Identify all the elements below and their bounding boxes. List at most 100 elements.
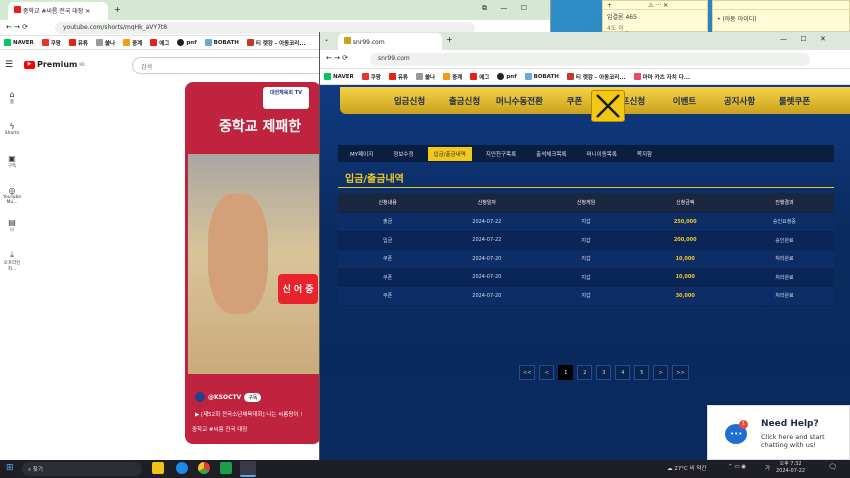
video-caption[interactable]: ▶ [제52회 전국소년체육대회] 나는 씨름왕이 ! — [195, 410, 302, 418]
window-controls[interactable]: — ☐ ✕ — [780, 35, 826, 43]
notification-icon[interactable]: 🗨 — [828, 463, 837, 471]
nav-roulette[interactable]: 룰렛쿠폰 — [767, 95, 822, 107]
bookmark-item[interactable]: 에그 — [150, 39, 169, 47]
sidebar-item-downloads[interactable]: ⤓ 오프라인 저... — [0, 246, 24, 278]
chrome-active-icon[interactable] — [240, 461, 256, 477]
page-button[interactable]: 3 — [596, 365, 612, 380]
site-content: 입금신청 출금신청 머니수동전환 쿠폰 콤프신청 이벤트 공지사항 룰렛쿠폰 M… — [320, 85, 850, 460]
weather-widget[interactable]: ☁ 27°C 비 약간 — [667, 464, 707, 472]
page-first-button[interactable]: << — [519, 365, 536, 380]
nav-arrows-icon[interactable]: ← → ⟳ — [6, 23, 28, 31]
input-language[interactable]: 가 — [765, 464, 770, 472]
sidebar-item-shorts[interactable]: ϟ Shorts — [0, 118, 24, 150]
nav-deposit[interactable]: 입금신청 — [382, 95, 437, 107]
bookmark-item[interactable]: pnf — [497, 72, 517, 81]
windows-start-icon[interactable]: ⊞ — [6, 463, 14, 473]
taskbar-search[interactable]: ⌕ 찾기 — [22, 462, 142, 476]
bookmark-item[interactable]: 쏠나 — [96, 39, 115, 47]
bookmark-item[interactable]: 유튜 — [388, 72, 408, 81]
tab-attendance[interactable]: 출석체크목록 — [530, 147, 572, 161]
bookmark-item[interactable]: 쿠팡 — [361, 72, 381, 81]
tab-messages[interactable]: 쪽지함 — [631, 147, 658, 161]
youtube-country-code: KR — [79, 62, 85, 67]
header-cell: 신청게임 — [576, 200, 596, 206]
bookmark-item[interactable]: NAVER — [4, 39, 34, 46]
nav-money-transfer[interactable]: 머니수동전환 — [492, 95, 547, 107]
table-row: 쿠폰 2024-07-20 지갑 10,000 처리완료 — [338, 250, 834, 269]
tab-youtube[interactable]: 중학교 #씨름 전국 대장 ✕ — [8, 2, 108, 20]
url-text: youtube.com/shorts/mqHk_aVY7t8 — [63, 24, 168, 31]
page-button[interactable]: 4 — [615, 365, 631, 380]
new-tab-icon[interactable]: + — [446, 35, 453, 44]
page-button[interactable]: 5 — [634, 365, 650, 380]
tab-my-page[interactable]: MY페이지 — [344, 147, 379, 161]
bookmark-item[interactable]: 쏠나 — [416, 72, 435, 81]
clock-time: 오후 7:32 — [779, 461, 802, 467]
tab-list-icon[interactable]: ⌄ — [324, 36, 329, 43]
sidebar-item-subscriptions[interactable]: ▣ 구독 — [0, 150, 24, 182]
video-overlay-text: 신 어 중 — [278, 274, 318, 304]
page-prev-button[interactable]: < — [539, 365, 555, 380]
window-controls[interactable]: ⧉ — ☐ — [482, 4, 527, 13]
nav-event[interactable]: 이벤트 — [657, 95, 712, 107]
nav-withdraw[interactable]: 출금신청 — [437, 95, 492, 107]
address-bar[interactable]: snr99.com — [370, 53, 810, 66]
bookmark-item[interactable]: BOBATH — [524, 72, 559, 81]
shorts-video-player[interactable]: 대한체육회 TV 중학교 제패한 신 어 중 @KSOCTV 구독 ▶ [제52… — [185, 82, 321, 444]
nav-label: 홈 — [9, 100, 15, 105]
help-body: Click here and start chatting with us! — [761, 433, 825, 449]
taskbar-search-text: 찾기 — [32, 467, 43, 473]
bookmark-item[interactable]: 마마 카츠 자치 다... — [633, 72, 690, 81]
subscribe-button[interactable]: 구독 — [244, 392, 262, 402]
tray-icons[interactable]: ⌃ ▭ ◉ — [728, 464, 746, 470]
bookmark-item[interactable]: pnf — [177, 39, 197, 46]
page-button[interactable]: 2 — [577, 365, 593, 380]
file-explorer-icon[interactable] — [152, 462, 164, 474]
bookmark-item[interactable]: 에그 — [470, 72, 489, 81]
edge-icon[interactable] — [176, 462, 188, 474]
bookmark-item[interactable]: 쿠팡 — [41, 39, 61, 47]
tab-deposit-history[interactable]: 입금/출금내역 — [427, 146, 472, 161]
bookmark-item[interactable]: 중계 — [123, 39, 142, 47]
page-last-button[interactable]: >> — [672, 365, 689, 380]
nav-notice[interactable]: 공지사항 — [712, 95, 767, 107]
tab-friends[interactable]: 지인친구목록 — [480, 147, 522, 161]
channel-name[interactable]: @KSOCTV — [208, 394, 241, 401]
excel-icon[interactable] — [220, 462, 232, 474]
bookmark-item[interactable]: NAVER — [324, 72, 354, 81]
bookmark-item[interactable]: 티 렛캉 - 아동코리... — [566, 72, 626, 81]
search-input[interactable]: 검색 — [132, 57, 332, 74]
nav-label: Shorts — [4, 131, 20, 136]
help-chat-widget[interactable]: ••• 1 Need Help? Click here and start ch… — [707, 405, 850, 460]
youtube-logo[interactable]: ▶ Premium KR — [24, 60, 85, 69]
menu-icon[interactable]: ☰ — [5, 60, 13, 70]
sidebar-item-music[interactable]: ◎ YouTube Mu... — [0, 182, 24, 214]
chrome-icon[interactable] — [198, 462, 210, 474]
tab-title: snr99.com — [352, 39, 385, 46]
tab-site[interactable]: snr99.com — [338, 33, 442, 50]
sticky-note-2[interactable]: • (아동 아이디) — [712, 0, 850, 32]
notification-badge: 1 — [739, 420, 748, 429]
header-cell: 신청내용 — [378, 200, 397, 206]
youtube-play-icon: ▶ — [24, 60, 35, 69]
page-button[interactable]: 1 — [558, 365, 574, 380]
tab-edit-info[interactable]: 정보수정 — [387, 147, 419, 161]
nav-arrows-icon[interactable]: ← → ⟳ — [326, 54, 348, 62]
music-icon: ◎ — [8, 186, 16, 195]
page-next-button[interactable]: > — [653, 365, 669, 380]
sidebar-item-home[interactable]: ⌂ 홈 — [0, 86, 24, 118]
avatar[interactable] — [195, 392, 205, 402]
new-tab-icon[interactable]: + — [114, 5, 121, 14]
bookmark-item[interactable]: 중계 — [443, 72, 462, 81]
bookmarks-bar: NAVER 쿠팡 유튜 쏠나 중계 에그 pnf BOBATH 티 렛캉 - 아… — [320, 69, 850, 85]
bookmark-item[interactable]: 유튜 — [68, 39, 88, 47]
site-favicon-icon — [344, 37, 351, 44]
clock[interactable]: 오후 7:32 2024-07-22 — [776, 461, 805, 475]
sticky-note[interactable]: + ⚠ ··· ✕ 입결론 465 4도 이 _ — [602, 0, 708, 32]
sidebar-item-you[interactable]: ▤ 나 — [0, 214, 24, 246]
tab-money-move[interactable]: 머니이동목록 — [581, 147, 623, 161]
bookmark-item[interactable]: 티 렛캉 - 아동코리... — [246, 39, 306, 47]
bookmark-item[interactable]: BOBATH — [204, 39, 239, 46]
close-icon[interactable] — [591, 90, 625, 122]
youtube-favicon-icon — [14, 6, 21, 13]
